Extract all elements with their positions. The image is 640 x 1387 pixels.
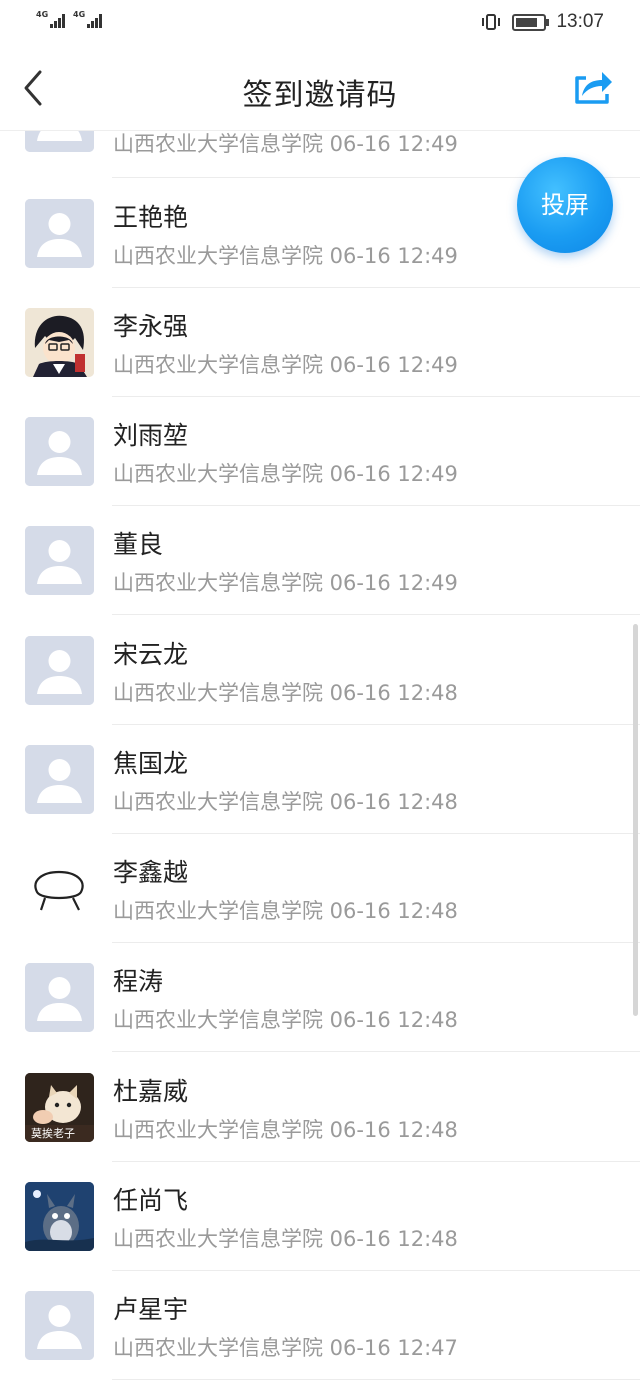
scrollbar[interactable] [633,624,638,1016]
list-item[interactable]: 宋云龙 山西农业大学信息学院 06-16 12:48 [0,615,640,725]
divider [112,1379,640,1380]
entry-info: 山西农业大学信息学院 06-16 12:48 [113,899,458,923]
default-avatar-icon [25,526,94,595]
default-avatar-icon [25,199,94,268]
default-avatar-icon [25,636,94,705]
entry-name: 焦国龙 [113,749,189,778]
entry-name: 杜嘉威 [113,1077,189,1106]
entry-name: 宋云龙 [113,640,189,669]
list-item[interactable]: 莫挨老子 杜嘉威 山西农业大学信息学院 06-16 12:48 [0,1052,640,1162]
entry-info: 山西农业大学信息学院 06-16 12:48 [113,1227,458,1251]
entry-info: 山西农业大学信息学院 06-16 12:48 [113,1008,458,1032]
list-item[interactable]: 李鑫越 山西农业大学信息学院 06-16 12:48 [0,833,640,943]
entry-info: 山西农业大学信息学院 06-16 12:48 [113,681,458,705]
list-item[interactable]: 李永强 山西农业大学信息学院 06-16 12:49 [0,287,640,397]
entry-name: 董良 [113,530,164,559]
anime-avatar-icon [25,308,94,377]
list-item[interactable]: 卢星宇 山西农业大学信息学院 06-16 12:47 [0,1270,640,1380]
navigation-bar: 签到邀请码 [0,44,640,131]
screen-cast-label: 投屏 [541,191,589,219]
page-title: 签到邀请码 [242,78,398,113]
status-bar: 4G 4G 13:07 [0,0,640,44]
battery-icon [512,13,550,31]
share-icon[interactable] [572,66,614,106]
list-item[interactable]: 程涛 山西农业大学信息学院 06-16 12:48 [0,942,640,1052]
list-item[interactable]: 刘雨堃 山西农业大学信息学院 06-16 12:49 [0,396,640,506]
entry-name: 任尚飞 [113,1186,189,1215]
entry-info: 山西农业大学信息学院 06-16 12:49 [113,571,458,595]
entry-info: 山西农业大学信息学院 06-16 12:49 [113,244,458,268]
doodle-avatar-icon [25,854,94,923]
entry-name: 程涛 [113,967,164,996]
vibrate-icon [482,14,501,30]
cat-avatar-caption: 莫挨老子 [31,1127,75,1140]
clock-time: 13:07 [556,11,604,32]
entry-name: 王艳艳 [113,203,189,232]
default-avatar-icon [25,417,94,486]
default-avatar-icon [25,745,94,814]
entry-info: 山西农业大学信息学院 06-16 12:48 [113,1118,458,1142]
entry-info: 山西农业大学信息学院 06-16 12:48 [113,790,458,814]
entry-info: 山西农业大学信息学院 06-16 12:49 [113,132,458,156]
screen-cast-button[interactable]: 投屏 [517,157,613,253]
totoro-avatar-icon [25,1182,94,1251]
default-avatar-icon [25,1291,94,1360]
list-item[interactable]: 董良 山西农业大学信息学院 06-16 12:49 [0,505,640,615]
list-item[interactable]: 焦国龙 山西农业大学信息学院 06-16 12:48 [0,724,640,834]
cat-avatar-icon: 莫挨老子 [25,1073,94,1142]
entry-name: 刘雨堃 [113,421,189,450]
entry-info: 山西农业大学信息学院 06-16 12:49 [113,353,458,377]
entry-info: 山西农业大学信息学院 06-16 12:49 [113,462,458,486]
list-item[interactable]: 任尚飞 山西农业大学信息学院 06-16 12:48 [0,1161,640,1271]
entry-name: 卢星宇 [113,1295,189,1324]
entry-info: 山西农业大学信息学院 06-16 12:47 [113,1336,458,1360]
default-avatar-icon [25,963,94,1032]
entry-name: 李鑫越 [113,858,189,887]
entry-name: 李永强 [113,312,189,341]
